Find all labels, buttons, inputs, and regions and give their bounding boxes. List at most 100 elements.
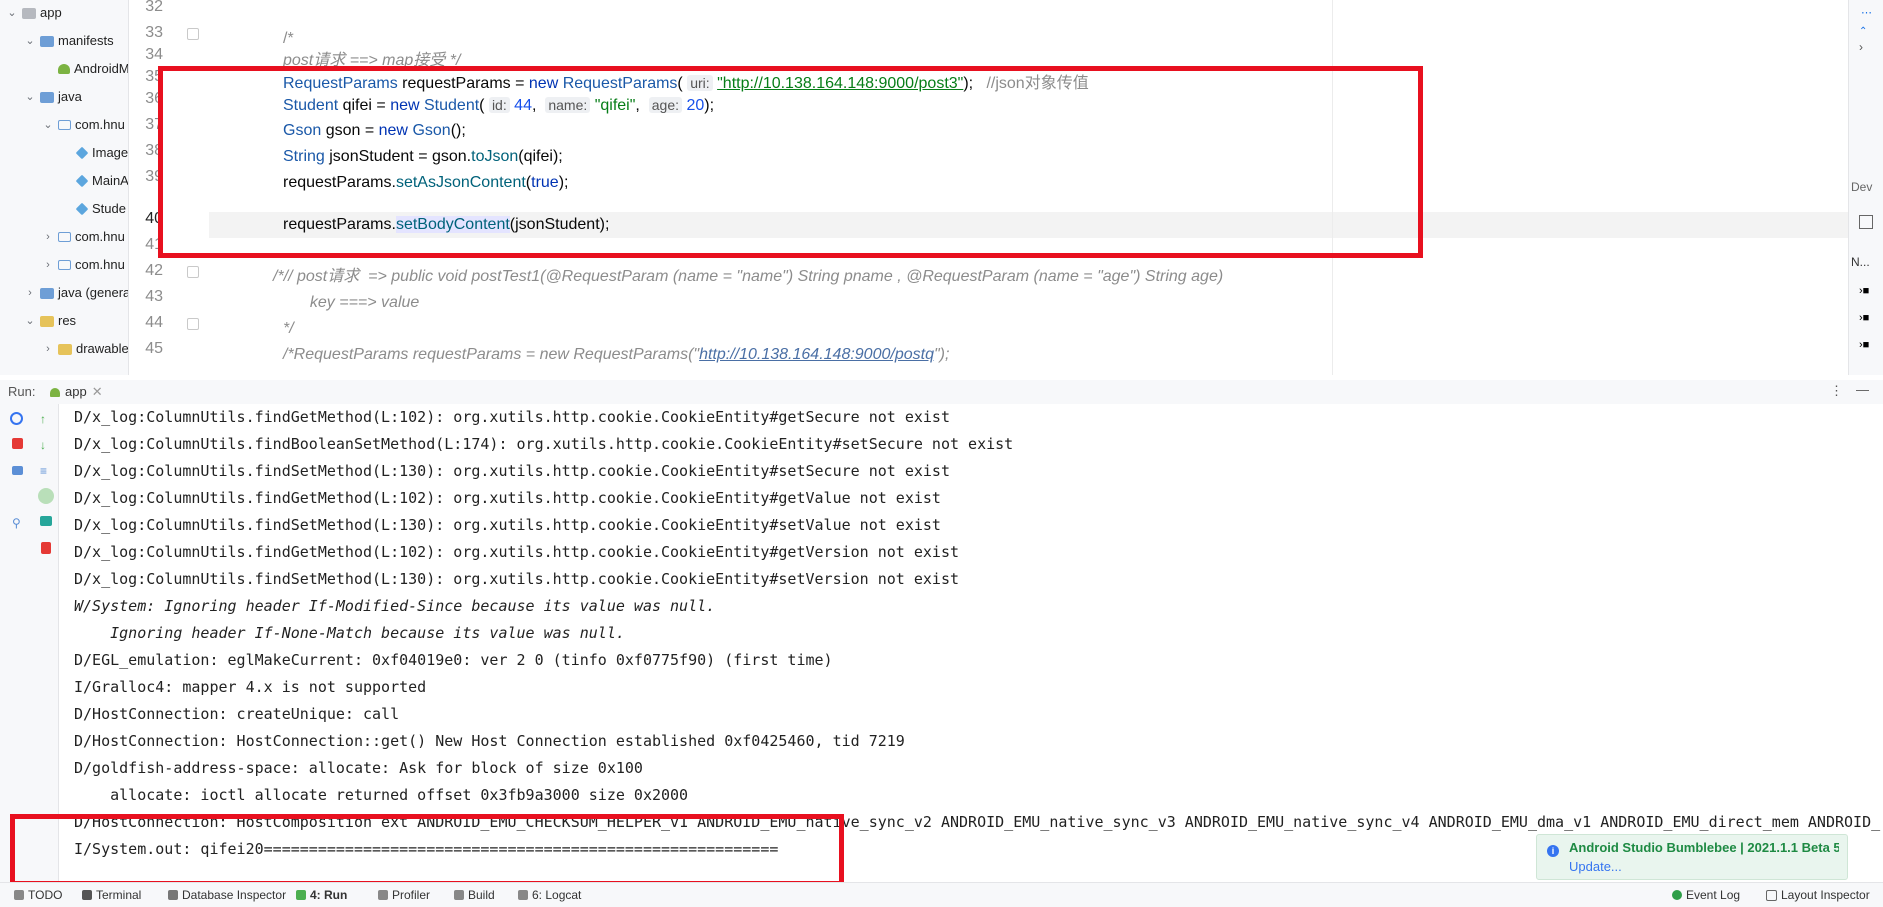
- chevron-right-icon[interactable]: ›: [1859, 40, 1863, 54]
- folder-chevron-icon[interactable]: ›■: [1859, 339, 1869, 351]
- run-icon: [296, 890, 306, 900]
- clear-all-icon[interactable]: [41, 542, 51, 554]
- chevron-down-icon[interactable]: ⌄: [24, 31, 36, 51]
- notifications-label[interactable]: N...: [1851, 255, 1870, 269]
- build-tab[interactable]: Build: [454, 883, 495, 907]
- device-manager-label[interactable]: Dev: [1851, 180, 1872, 194]
- layout-inspector-tab[interactable]: Layout Inspector: [1766, 883, 1870, 907]
- tree-item-label: com.hnu: [75, 229, 125, 244]
- database-inspector-tab[interactable]: Database Inspector: [168, 883, 286, 907]
- chevron-down-icon[interactable]: ⌄: [6, 3, 18, 23]
- notification-title: Android Studio Bumblebee | 2021.1.1 Beta…: [1569, 840, 1839, 855]
- fold-marker-icon[interactable]: [187, 318, 199, 330]
- build-icon: [454, 890, 464, 900]
- console-line: D/x_log:ColumnUtils.findGetMethod(L:102)…: [74, 408, 950, 426]
- chevron-down-icon[interactable]: ⌄: [24, 311, 36, 331]
- logcat-label: 6: Logcat: [532, 888, 582, 902]
- tree-item-label: java: [58, 89, 82, 104]
- run-tool-header: Run: app ✕ ⋮ —: [0, 380, 1883, 406]
- tree-item[interactable]: › drawable: [42, 339, 128, 359]
- run-tab[interactable]: 4: Run: [296, 883, 347, 907]
- run-side-toolbar: ↑ ↓ ≡ ⚲: [0, 404, 59, 882]
- arrow-down-icon[interactable]: ↓: [40, 438, 54, 452]
- chevron-up-icon[interactable]: ⌃: [1859, 26, 1867, 37]
- tree-item[interactable]: ⌄ app: [6, 3, 61, 23]
- print-icon[interactable]: [40, 516, 52, 526]
- terminal-tab[interactable]: Terminal: [82, 883, 141, 907]
- folder-chevron-icon[interactable]: ›■: [1859, 285, 1869, 297]
- database-icon: [168, 890, 178, 900]
- comment-text: /*RequestParams requestParams = new Requ…: [283, 346, 700, 363]
- chevron-down-icon[interactable]: ⌄: [24, 87, 36, 107]
- package-icon: [58, 120, 71, 130]
- run-tab-app[interactable]: app ✕: [42, 380, 111, 406]
- annotation-box-output: [10, 814, 844, 886]
- folder-icon: [40, 35, 54, 47]
- code-line-42[interactable]: /*// post请求 => public void postTest1(@Re…: [273, 264, 1223, 290]
- tree-item[interactable]: ⌄ com.hnu: [42, 115, 125, 135]
- console-line: allocate: ioctl allocate returned offset…: [74, 786, 689, 804]
- folder-icon: [40, 91, 54, 103]
- tree-item-label: MainA: [92, 173, 129, 188]
- run-console[interactable]: D/x_log:ColumnUtils.findGetMethod(L:102)…: [59, 404, 1883, 882]
- scroll-to-end-icon[interactable]: [38, 488, 54, 504]
- tree-item-label: manifests: [58, 33, 114, 48]
- stop-icon[interactable]: [12, 438, 23, 449]
- line-number: 45: [145, 340, 163, 357]
- fold-marker-icon[interactable]: [187, 28, 199, 40]
- tree-item[interactable]: AndroidM: [42, 59, 128, 79]
- line-number: 32: [145, 0, 163, 15]
- pin-icon[interactable]: ⚲: [12, 516, 26, 530]
- more-icon[interactable]: ⋯: [1861, 6, 1872, 19]
- comment-text: */: [283, 320, 294, 337]
- chevron-right-icon[interactable]: ›: [24, 283, 36, 303]
- run-label: Run:: [8, 384, 36, 399]
- code-line-45[interactable]: /*RequestParams requestParams = new Requ…: [283, 342, 949, 368]
- tree-item[interactable]: Stude: [60, 199, 126, 219]
- terminal-label: Terminal: [96, 888, 142, 902]
- tree-item[interactable]: › java (genera: [24, 283, 129, 303]
- folder-chevron-icon[interactable]: ›■: [1859, 312, 1869, 324]
- todo-label: TODO: [28, 888, 63, 902]
- soft-wrap-icon[interactable]: ≡: [40, 464, 54, 478]
- todo-tab[interactable]: TODO: [14, 883, 62, 907]
- tree-item[interactable]: Image: [60, 143, 128, 163]
- arrow-up-icon[interactable]: ↑: [40, 412, 54, 426]
- comment-text: /*: [283, 30, 294, 47]
- tree-item[interactable]: ⌄ res: [24, 311, 76, 331]
- chevron-down-icon[interactable]: ⌄: [42, 115, 54, 135]
- tree-item-label: java (genera: [58, 285, 129, 300]
- tree-item[interactable]: MainA: [60, 171, 129, 191]
- tree-item[interactable]: ⌄ java: [24, 87, 82, 107]
- tree-item[interactable]: › com.hnu: [42, 227, 125, 247]
- update-notification[interactable]: i Android Studio Bumblebee | 2021.1.1 Be…: [1536, 834, 1848, 880]
- console-line: D/x_log:ColumnUtils.findGetMethod(L:102)…: [74, 489, 941, 507]
- terminal-icon: [82, 890, 92, 900]
- hide-icon[interactable]: —: [1856, 382, 1869, 397]
- close-icon[interactable]: ✕: [92, 380, 103, 404]
- chevron-right-icon[interactable]: ›: [42, 339, 54, 359]
- code-line-43[interactable]: key ===> value: [301, 290, 419, 316]
- run-label: 4: Run: [310, 888, 348, 902]
- tree-item-label: com.hnu: [75, 117, 125, 132]
- code-line-44[interactable]: */: [283, 316, 294, 342]
- logcat-tab[interactable]: 6: Logcat: [518, 883, 581, 907]
- package-icon: [58, 260, 71, 270]
- rerun-icon[interactable]: [10, 412, 23, 425]
- comment-link[interactable]: http://10.138.164.148:9000/postq: [699, 346, 934, 363]
- event-log-tab[interactable]: Event Log: [1672, 883, 1740, 907]
- class-icon: [75, 146, 89, 160]
- profiler-tab[interactable]: Profiler: [378, 883, 430, 907]
- tree-item-label: com.hnu: [75, 257, 125, 272]
- device-icon[interactable]: [1859, 215, 1873, 229]
- right-tool-strip: ⋯ ⌃ › Dev N... ›■ ›■ ›■: [1848, 0, 1883, 375]
- chevron-right-icon[interactable]: ›: [42, 227, 54, 247]
- layout-icon[interactable]: [12, 466, 23, 475]
- android-manifest-icon: [58, 64, 70, 74]
- update-link[interactable]: Update...: [1569, 859, 1622, 874]
- tree-item[interactable]: › com.hnu: [42, 255, 125, 275]
- tree-item[interactable]: ⌄ manifests: [24, 31, 114, 51]
- chevron-right-icon[interactable]: ›: [42, 255, 54, 275]
- fold-marker-icon[interactable]: [187, 266, 199, 278]
- more-options-icon[interactable]: ⋮: [1830, 383, 1843, 399]
